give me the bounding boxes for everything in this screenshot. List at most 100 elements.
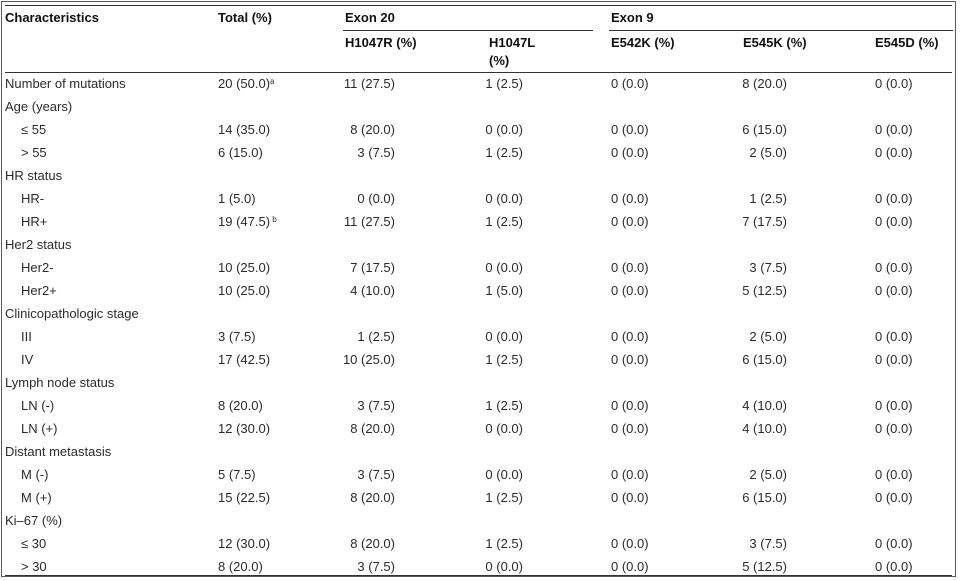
- cell-h1047r: 8 (20.0): [350, 536, 395, 551]
- cell-e545k: 6 (15.0): [742, 122, 787, 137]
- row-label: HR-: [21, 191, 45, 206]
- cell-e545k: 7 (17.5): [742, 214, 787, 229]
- header-e545k: E545K (%): [743, 35, 807, 50]
- cell-e542k: 0 (0.0): [611, 559, 649, 574]
- cell-h1047r: 8 (20.0): [350, 122, 395, 137]
- row-label: M (-): [21, 467, 49, 482]
- cell-h1047l: 0 (0.0): [485, 421, 523, 436]
- header-bottom-rule: [5, 72, 952, 73]
- cell-h1047r: 8 (20.0): [350, 490, 395, 505]
- cell-e545k: 5 (12.5): [742, 283, 787, 298]
- cell-e545k: 2 (5.0): [749, 329, 787, 344]
- table-frame: Characteristics Total (%) Exon 20 Exon 9…: [1, 1, 956, 577]
- cell-e545d: 0 (0.0): [875, 398, 913, 413]
- cell-h1047r: 7 (17.5): [350, 260, 395, 275]
- row-label: > 30: [21, 559, 47, 574]
- cell-e545d: 0 (0.0): [875, 214, 913, 229]
- footnote-marker: b: [270, 215, 277, 224]
- exon20-span-rule: [343, 30, 593, 31]
- cell-e545k: 1 (2.5): [749, 191, 787, 206]
- cell-total: 19 (47.5) b: [218, 214, 277, 229]
- header-exon9: Exon 9: [611, 10, 654, 25]
- cell-e545d: 0 (0.0): [875, 145, 913, 160]
- cell-h1047l: 0 (0.0): [485, 122, 523, 137]
- cell-h1047l: 0 (0.0): [485, 467, 523, 482]
- cell-total: 10 (25.0): [218, 283, 271, 298]
- cell-e545k: 4 (10.0): [742, 398, 787, 413]
- cell-total: 15 (22.5): [218, 490, 271, 505]
- cell-e542k: 0 (0.0): [611, 260, 649, 275]
- cell-h1047r: 11 (27.5): [343, 214, 395, 229]
- cell-e542k: 0 (0.0): [611, 191, 649, 206]
- cell-h1047l: 1 (5.0): [485, 283, 523, 298]
- cell-total: 6 (15.0): [218, 145, 263, 160]
- row-label: ≤ 30: [21, 536, 47, 551]
- cell-total: 8 (20.0): [218, 559, 263, 574]
- row-label: III: [21, 329, 32, 344]
- row-label: HR+: [21, 214, 48, 229]
- cell-e545d: 0 (0.0): [875, 352, 913, 367]
- cell-total: 14 (35.0): [218, 122, 271, 137]
- cell-h1047l: 0 (0.0): [485, 191, 523, 206]
- header-e542k: E542K (%): [611, 35, 675, 50]
- cell-e545d: 0 (0.0): [875, 329, 913, 344]
- header-h1047l-line2: (%): [489, 53, 510, 68]
- cell-total: 5 (7.5): [218, 467, 256, 482]
- cell-e542k: 0 (0.0): [611, 283, 649, 298]
- cell-e545d: 0 (0.0): [875, 467, 913, 482]
- cell-h1047r: 3 (7.5): [357, 559, 395, 574]
- cell-e545d: 0 (0.0): [875, 122, 913, 137]
- cell-e545k: 3 (7.5): [749, 260, 787, 275]
- row-label: HR status: [5, 168, 63, 183]
- cell-e542k: 0 (0.0): [611, 536, 649, 551]
- cell-e542k: 0 (0.0): [611, 145, 649, 160]
- cell-h1047l: 1 (2.5): [485, 145, 523, 160]
- cell-h1047r: 3 (7.5): [357, 398, 395, 413]
- cell-h1047r: 3 (7.5): [357, 467, 395, 482]
- footnote-marker: a: [270, 77, 275, 86]
- cell-h1047r: 0 (0.0): [357, 191, 395, 206]
- cell-e545k: 4 (10.0): [742, 421, 787, 436]
- cell-h1047l: 0 (0.0): [485, 329, 523, 344]
- cell-e545d: 0 (0.0): [875, 191, 913, 206]
- cell-h1047l: 1 (2.5): [485, 536, 523, 551]
- row-label: Her2+: [21, 283, 57, 298]
- row-label: > 55: [21, 145, 47, 160]
- cell-e545k: 8 (20.0): [742, 76, 787, 91]
- header-e545d: E545D (%): [875, 35, 939, 50]
- cell-h1047r: 11 (27.5): [343, 76, 395, 91]
- row-label: IV: [21, 352, 34, 367]
- cell-e545d: 0 (0.0): [875, 260, 913, 275]
- cell-h1047r: 1 (2.5): [357, 329, 395, 344]
- cell-h1047l: 1 (2.5): [485, 398, 523, 413]
- cell-e545k: 2 (5.0): [749, 145, 787, 160]
- header-total: Total (%): [218, 10, 272, 25]
- cell-total: 10 (25.0): [218, 260, 271, 275]
- row-label: Lymph node status: [5, 375, 115, 390]
- cell-h1047r: 8 (20.0): [350, 421, 395, 436]
- row-label: M (+): [21, 490, 52, 505]
- row-label: Age (years): [5, 99, 73, 114]
- cell-e542k: 0 (0.0): [611, 398, 649, 413]
- cell-total: 1 (5.0): [218, 191, 256, 206]
- row-label: LN (+): [21, 421, 58, 436]
- row-label: Her2 status: [5, 237, 72, 252]
- cell-h1047l: 1 (2.5): [485, 214, 523, 229]
- cell-e545k: 6 (15.0): [742, 352, 787, 367]
- cell-e545k: 2 (5.0): [749, 467, 787, 482]
- cell-e542k: 0 (0.0): [611, 421, 649, 436]
- cell-e545d: 0 (0.0): [875, 559, 913, 574]
- cell-total: 12 (30.0): [218, 421, 271, 436]
- row-label: Her2-: [21, 260, 54, 275]
- cell-e542k: 0 (0.0): [611, 329, 649, 344]
- cell-e542k: 0 (0.0): [611, 76, 649, 91]
- row-label: Ki–67 (%): [5, 513, 63, 528]
- cell-e542k: 0 (0.0): [611, 214, 649, 229]
- header-h1047l-line1: H1047L: [489, 35, 536, 50]
- cell-e542k: 0 (0.0): [611, 352, 649, 367]
- cell-h1047l: 0 (0.0): [485, 559, 523, 574]
- bottom-rule: [5, 575, 952, 576]
- cell-total: 17 (42.5): [218, 352, 271, 367]
- row-label: ≤ 55: [21, 122, 47, 137]
- cell-e545d: 0 (0.0): [875, 76, 913, 91]
